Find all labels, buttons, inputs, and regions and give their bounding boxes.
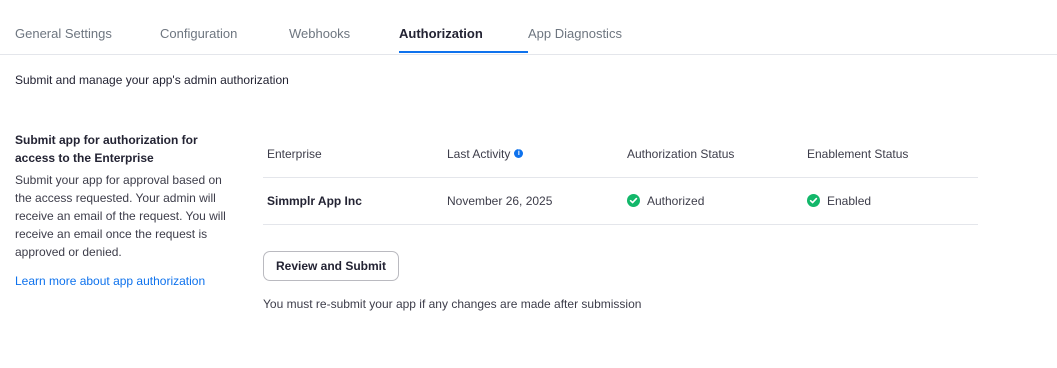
header-enablement-status: Enablement Status [807, 131, 908, 177]
learn-more-link[interactable]: Learn more about app authorization [15, 272, 205, 290]
panel-title: Submit app for authorization for access … [15, 133, 198, 165]
authorization-info-panel: Submit app for authorization for access … [15, 131, 230, 290]
resubmit-note: You must re-submit your app if any chang… [263, 297, 642, 311]
panel-description: Submit your app for approval based on th… [15, 173, 226, 259]
active-tab-indicator [399, 51, 528, 53]
table-row: Simmplr App Inc November 26, 2025 Author… [263, 178, 978, 225]
enablement-status-label: Enabled [827, 194, 872, 208]
tab-authorization[interactable]: Authorization [399, 0, 483, 53]
cell-authorization-status: Authorized [627, 178, 704, 224]
tab-configuration[interactable]: Configuration [160, 0, 237, 53]
header-last-activity-label: Last Activity [447, 147, 511, 161]
table-header: Enterprise Last Activity i Authorization … [263, 131, 978, 178]
check-circle-icon [627, 194, 640, 208]
review-and-submit-button[interactable]: Review and Submit [263, 251, 399, 281]
cell-enablement-status: Enabled [807, 178, 871, 224]
authorization-status-label: Authorized [647, 194, 705, 208]
header-last-activity: Last Activity i [447, 131, 524, 177]
authorization-table: Enterprise Last Activity i Authorization … [263, 131, 978, 225]
cell-enterprise: Simmplr App Inc [267, 194, 362, 208]
check-circle-icon [807, 194, 820, 208]
info-icon[interactable]: i [514, 149, 524, 159]
tab-bar: General Settings Configuration Webhooks … [0, 0, 1057, 55]
tab-webhooks[interactable]: Webhooks [289, 0, 350, 53]
header-enterprise-label: Enterprise [267, 147, 322, 161]
header-authorization-status: Authorization Status [627, 131, 734, 177]
tab-app-diagnostics[interactable]: App Diagnostics [528, 0, 622, 53]
page-subtitle: Submit and manage your app's admin autho… [15, 73, 289, 87]
header-enterprise: Enterprise [267, 131, 322, 177]
tab-general-settings[interactable]: General Settings [15, 0, 112, 53]
header-enablement-status-label: Enablement Status [807, 147, 909, 161]
cell-last-activity: November 26, 2025 [447, 194, 553, 208]
header-authorization-status-label: Authorization Status [627, 147, 735, 161]
